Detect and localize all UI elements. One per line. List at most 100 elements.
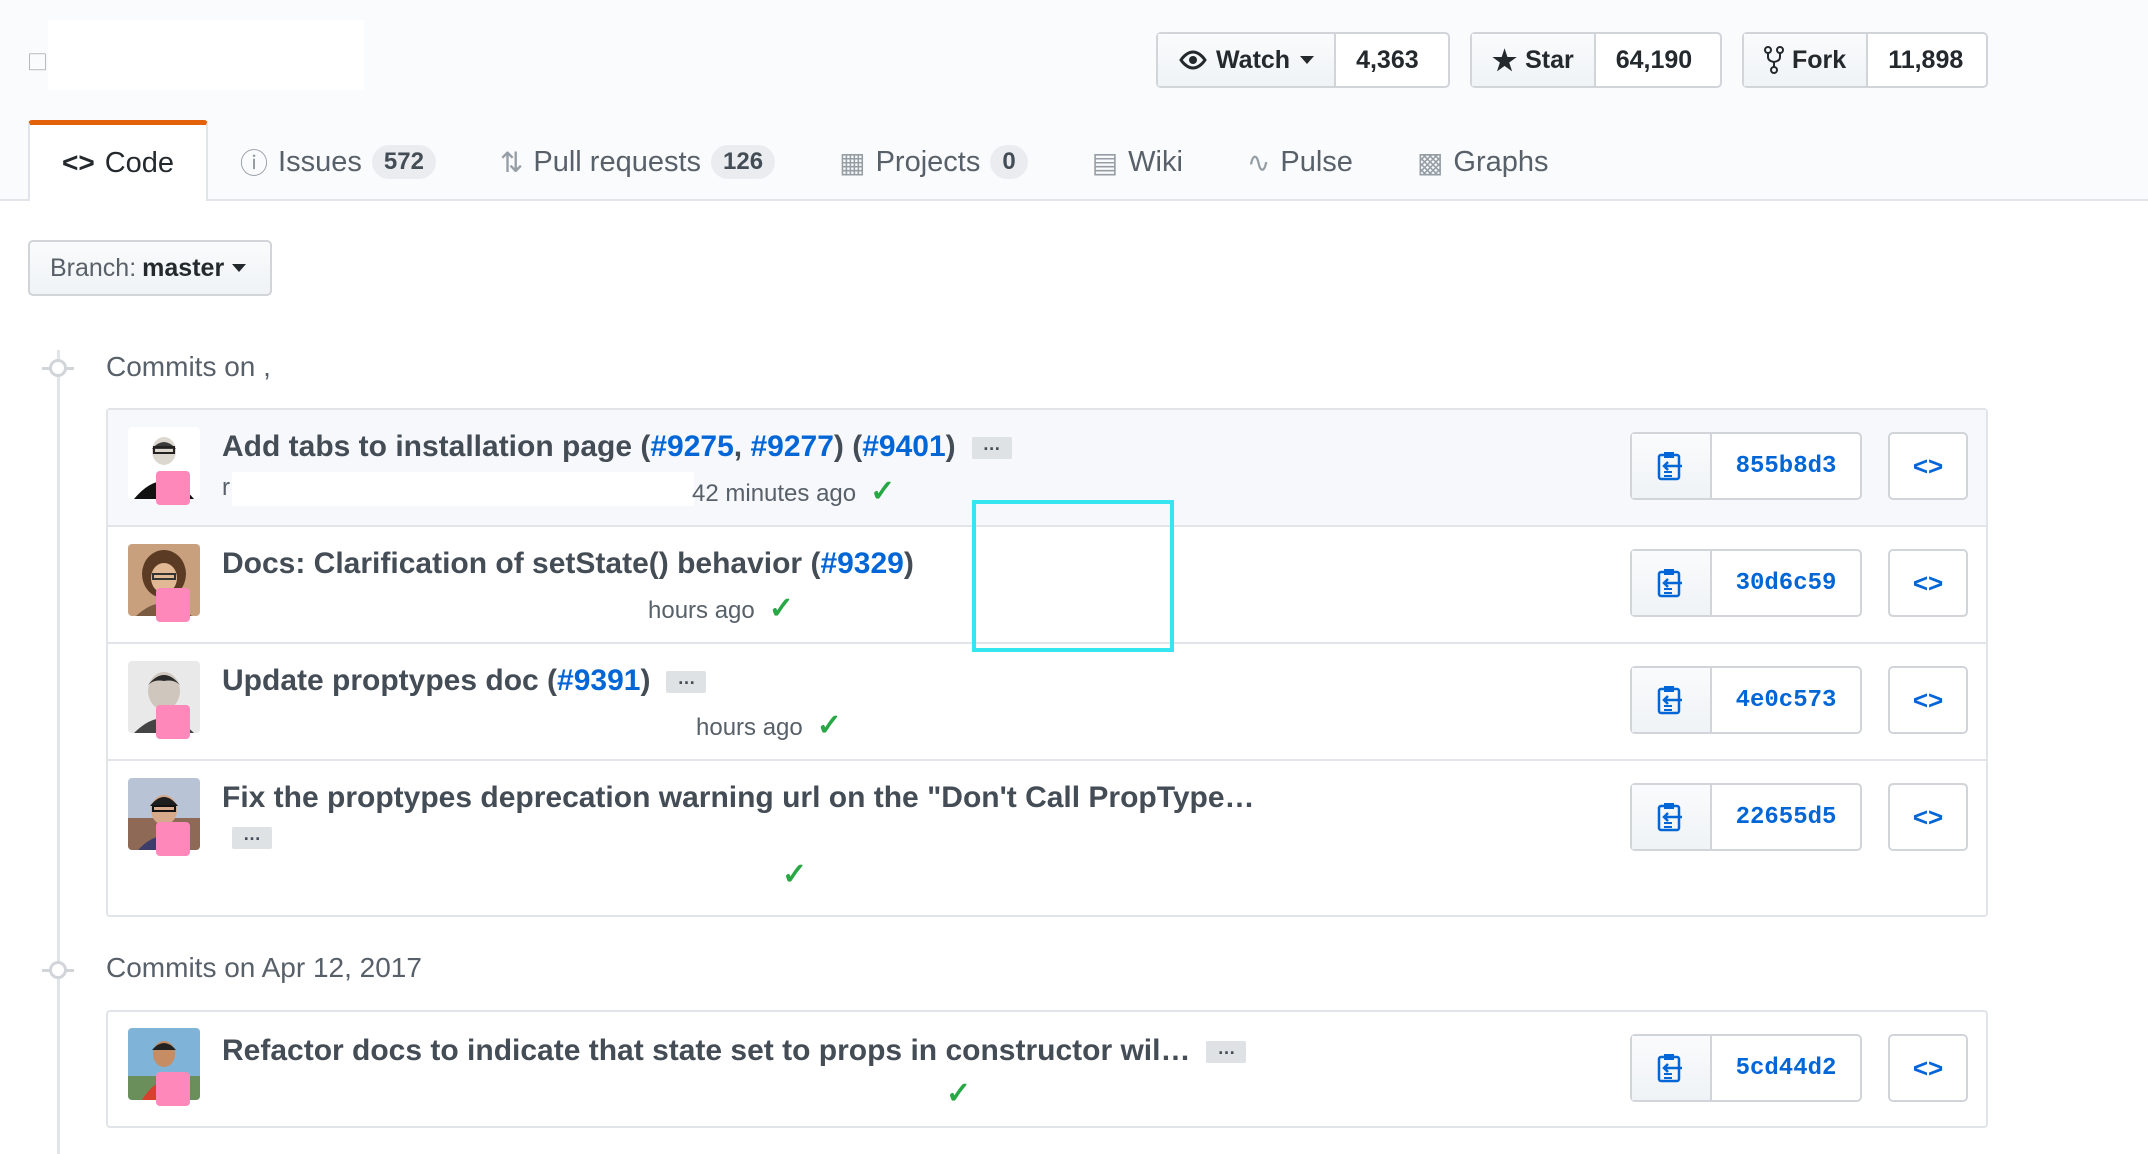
- commit-title[interactable]: Refactor docs to indicate that state set…: [222, 1034, 1190, 1067]
- tab-counter: 572: [371, 145, 436, 179]
- star-button[interactable]: ★ Star: [1472, 34, 1596, 86]
- commit-sha-link[interactable]: 855b8d3: [1712, 434, 1860, 498]
- star-label: Star: [1525, 45, 1574, 74]
- tab-label: Pull requests: [533, 145, 702, 178]
- separator: ) (: [833, 430, 863, 463]
- watch-button-group: Watch 4,363: [1156, 32, 1450, 88]
- avatar-badge: [156, 705, 190, 739]
- fork-label: Fork: [1792, 45, 1847, 74]
- avatar-badge: [156, 588, 190, 622]
- code-icon: <>: [62, 147, 95, 178]
- commit-sha-link[interactable]: 30d6c59: [1712, 551, 1860, 615]
- sha-button-group: 22655d5: [1630, 783, 1862, 851]
- commit-sha-link[interactable]: 4e0c573: [1712, 668, 1860, 732]
- sha-button-group: 30d6c59: [1630, 549, 1862, 617]
- watch-label: Watch: [1216, 45, 1291, 74]
- commit-message[interactable]: Refactor docs to indicate that state set…: [222, 1034, 1247, 1068]
- commit-message[interactable]: Fix the proptypes deprecation warning ur…: [222, 781, 1255, 815]
- commit-title[interactable]: Update proptypes doc (: [222, 664, 557, 697]
- graph-icon: ▩: [1416, 146, 1444, 178]
- browse-code-button[interactable]: <>: [1888, 666, 1968, 734]
- tab-graphs[interactable]: ▩ Graphs: [1385, 123, 1581, 201]
- tab-wiki[interactable]: ▤ Wiki: [1060, 123, 1215, 201]
- check-icon[interactable]: ✓: [769, 592, 794, 625]
- clipboard-icon: [1657, 452, 1682, 481]
- copy-sha-button[interactable]: [1632, 785, 1712, 849]
- clipboard-icon: [1657, 569, 1682, 598]
- eye-icon: [1179, 50, 1207, 70]
- commit-meta: 42 minutes ago ✓: [692, 474, 895, 509]
- commit-time: hours ago: [696, 714, 803, 741]
- commit-group-title: Commits on ,: [106, 351, 271, 382]
- commit-sha-link[interactable]: 5cd44d2: [1712, 1036, 1860, 1100]
- pr-link[interactable]: #9275: [650, 430, 733, 463]
- clipboard-icon: [1657, 803, 1682, 832]
- commit-group-icon: [42, 961, 74, 979]
- pr-link[interactable]: #9391: [557, 664, 640, 697]
- commit-time: hours ago: [648, 597, 755, 624]
- fork-count[interactable]: 11,898: [1868, 34, 1984, 86]
- copy-sha-button[interactable]: [1632, 1036, 1712, 1100]
- commit-message[interactable]: Add tabs to installation page (#9275, #9…: [222, 430, 1012, 464]
- copy-sha-button[interactable]: [1632, 551, 1712, 615]
- commit-row: Update proptypes doc (#9391) … hours ago ✓…: [108, 644, 1986, 761]
- browse-code-button[interactable]: <>: [1888, 549, 1968, 617]
- commit-message[interactable]: Docs: Clarification of setState() behavi…: [222, 547, 914, 581]
- fork-button[interactable]: Fork: [1744, 34, 1869, 86]
- separator: ): [640, 664, 651, 697]
- tab-label: Graphs: [1453, 145, 1549, 178]
- pull-request-icon: ⇅: [499, 146, 524, 178]
- commit-list: Refactor docs to indicate that state set…: [106, 1010, 1988, 1128]
- browse-code-button[interactable]: <>: [1888, 783, 1968, 851]
- sha-button-group: 855b8d3: [1630, 432, 1862, 500]
- tab-issues[interactable]: ⓘ Issues 572: [208, 123, 468, 201]
- commit-sha-link[interactable]: 22655d5: [1712, 785, 1860, 849]
- copy-sha-button[interactable]: [1632, 668, 1712, 732]
- check-icon[interactable]: ✓: [782, 858, 807, 891]
- expand-ellipsis-button[interactable]: …: [666, 669, 707, 694]
- commit-title[interactable]: Docs: Clarification of setState() behavi…: [222, 547, 820, 580]
- tab-projects[interactable]: ▦ Projects 0: [807, 123, 1060, 201]
- sha-button-group: 5cd44d2: [1630, 1034, 1862, 1102]
- expand-ellipsis-button[interactable]: …: [232, 825, 272, 849]
- commit-title[interactable]: Add tabs to installation page (: [222, 430, 650, 463]
- tab-label: Pulse: [1280, 145, 1353, 178]
- watch-count[interactable]: 4,363: [1336, 34, 1439, 86]
- chevron-down-icon: [232, 264, 247, 272]
- commit-title[interactable]: Fix the proptypes deprecation warning ur…: [222, 781, 1255, 814]
- check-icon[interactable]: ✓: [817, 709, 842, 742]
- separator: ): [903, 547, 914, 580]
- pr-link[interactable]: #9329: [820, 547, 903, 580]
- expand-ellipsis-button[interactable]: …: [971, 435, 1012, 460]
- branch-select-button[interactable]: Branch: master: [28, 240, 272, 296]
- avatar-badge: [156, 471, 190, 505]
- browse-code-button[interactable]: <>: [1888, 432, 1968, 500]
- clipboard-icon: [1657, 686, 1682, 715]
- fork-button-group: Fork 11,898: [1742, 32, 1988, 88]
- tab-pull-requests[interactable]: ⇅ Pull requests 126: [468, 123, 807, 201]
- avatar-badge: [156, 822, 190, 856]
- pr-link[interactable]: #9277: [750, 430, 833, 463]
- separator: ,: [733, 430, 751, 463]
- chevron-down-icon: [1300, 56, 1315, 64]
- commit-group-title: Commits on Apr 12, 2017: [106, 952, 422, 983]
- pr-link[interactable]: #9401: [862, 430, 945, 463]
- commit-row: Fix the proptypes deprecation warning ur…: [108, 761, 1986, 913]
- copy-sha-button[interactable]: [1632, 434, 1712, 498]
- check-icon[interactable]: ✓: [870, 475, 895, 508]
- browse-code-button[interactable]: <>: [1888, 1034, 1968, 1102]
- star-icon: ★: [1492, 44, 1518, 76]
- watch-button[interactable]: Watch: [1158, 34, 1337, 86]
- tab-counter: 0: [990, 145, 1028, 179]
- commit-meta: ✓: [932, 1076, 971, 1111]
- commit-message[interactable]: Update proptypes doc (#9391) …: [222, 664, 707, 698]
- star-count[interactable]: 64,190: [1595, 34, 1713, 86]
- tab-label: Wiki: [1128, 145, 1183, 178]
- branch-prefix: Branch:: [50, 253, 137, 282]
- tab-code[interactable]: <> Code: [28, 120, 209, 201]
- check-icon[interactable]: ✓: [946, 1077, 971, 1110]
- expand-ellipsis-button[interactable]: …: [1206, 1039, 1247, 1064]
- book-icon: ▤: [1091, 146, 1119, 178]
- author-redacted: [232, 472, 694, 506]
- tab-pulse[interactable]: ∿ Pulse: [1215, 123, 1385, 201]
